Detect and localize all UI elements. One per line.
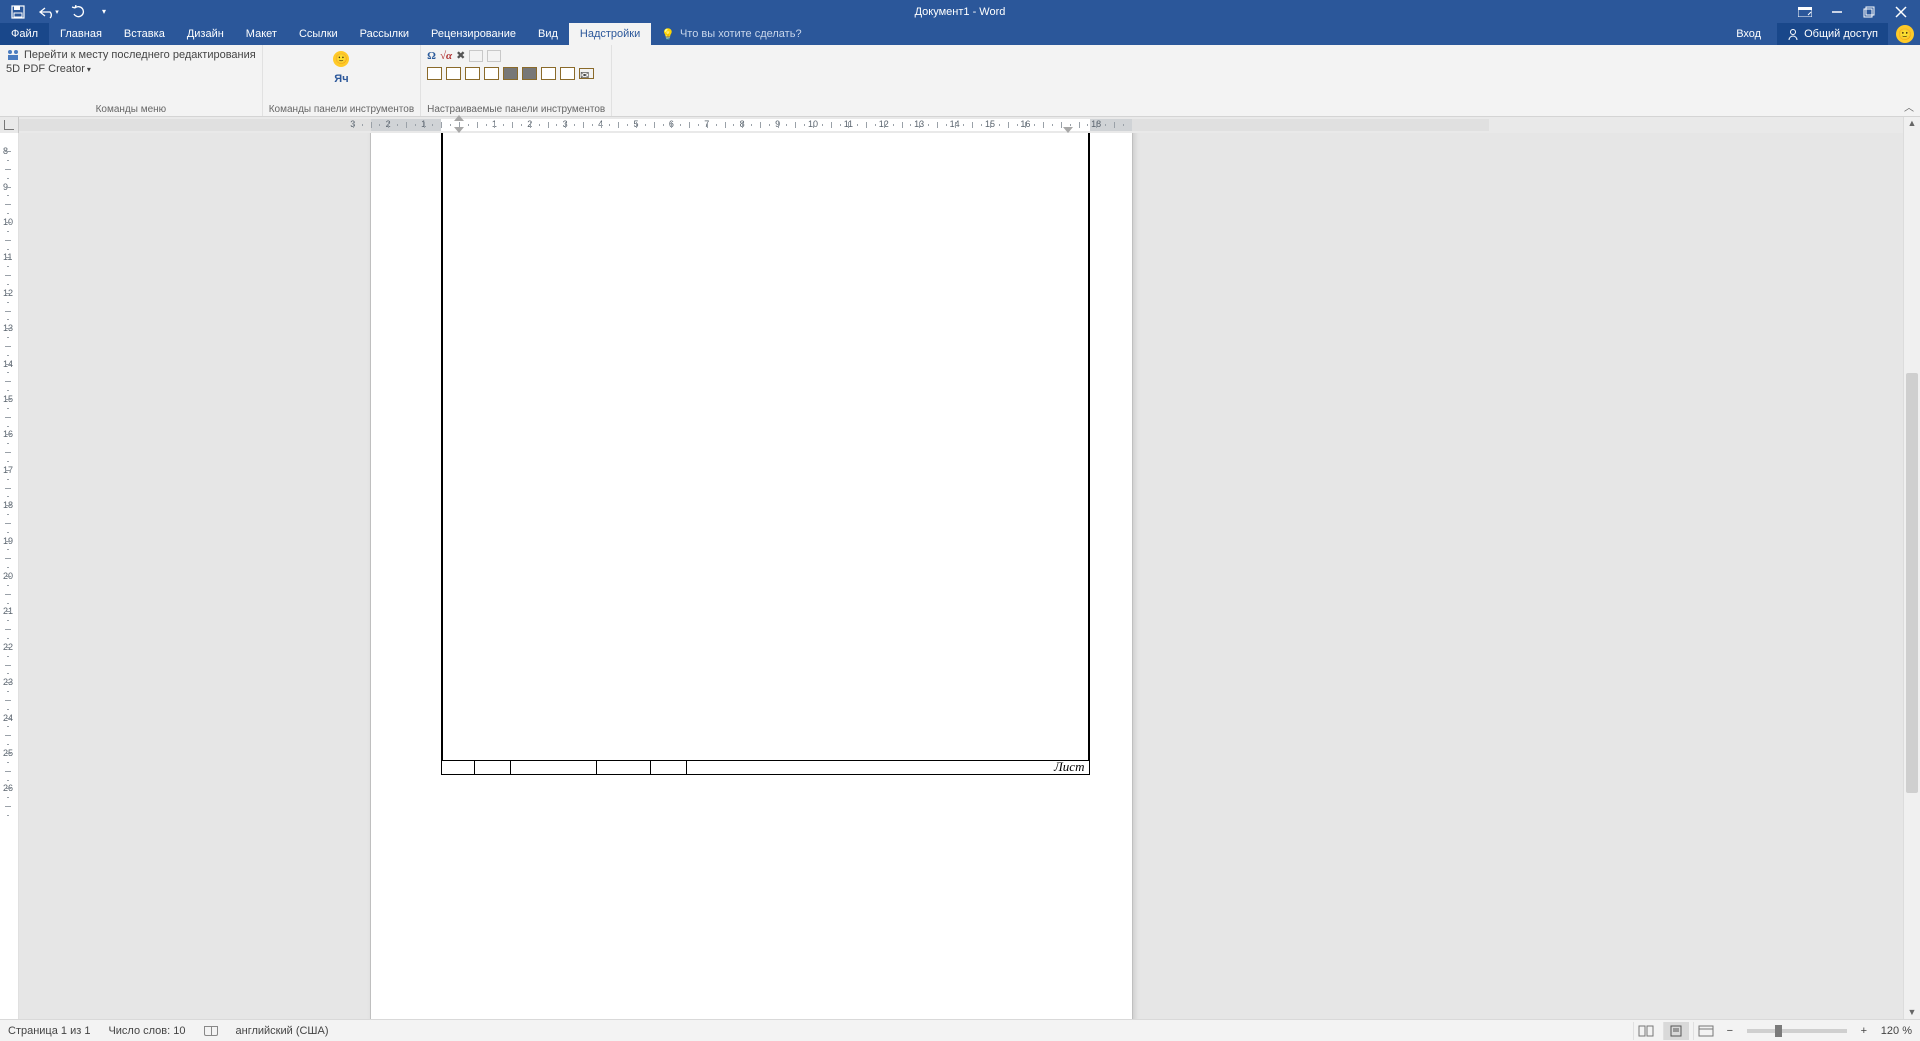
- undo-icon[interactable]: ▾: [36, 4, 60, 20]
- title-block-cell: [511, 760, 597, 775]
- zoom-in-button[interactable]: +: [1857, 1025, 1871, 1037]
- custom-toolbar-row-1: Ω √α ✖: [427, 49, 605, 62]
- feedback-smiley-icon[interactable]: 🙂: [1896, 25, 1914, 43]
- chevron-down-icon: ▾: [87, 65, 91, 74]
- omega-icon[interactable]: Ω: [427, 50, 436, 62]
- tell-me-search[interactable]: 💡 Что вы хотите сделать?: [651, 23, 811, 45]
- window-title: Документ1 - Word: [915, 0, 1006, 23]
- collapse-ribbon-icon[interactable]: ︿: [1904, 99, 1914, 114]
- title-block-cell: [651, 760, 687, 775]
- ribbon-tabs: Файл Главная Вставка Дизайн Макет Ссылки…: [0, 23, 1920, 45]
- menu-right: Вход Общий доступ 🙂: [1728, 23, 1920, 45]
- title-block-label: Лист: [1054, 759, 1084, 775]
- tell-me-placeholder: Что вы хотите сделать?: [680, 28, 802, 40]
- tab-file[interactable]: Файл: [0, 23, 49, 45]
- title-block-cell: [441, 760, 475, 775]
- frame-icon-4[interactable]: [484, 67, 499, 80]
- group-label-menu-commands: Команды меню: [6, 102, 256, 116]
- customize-qat-icon[interactable]: ▾: [96, 4, 112, 20]
- quick-access-toolbar: ▾ ▾: [0, 4, 112, 20]
- work-area: 891011121314151617181920212223242526 Лис…: [0, 133, 1920, 1019]
- mail-icon[interactable]: ✉: [579, 68, 594, 79]
- pdf-creator-button[interactable]: 5D PDF Creator ▾: [6, 63, 256, 75]
- save-icon[interactable]: [10, 4, 26, 20]
- tab-references[interactable]: Ссылки: [288, 23, 349, 45]
- horizontal-ruler[interactable]: 3211234567891011121314151618: [19, 117, 1489, 133]
- frame-icon-7[interactable]: [541, 67, 556, 80]
- scroll-down-button[interactable]: ▼: [1904, 1007, 1920, 1017]
- frame-icon-6[interactable]: [522, 67, 537, 80]
- tab-selector[interactable]: [0, 117, 19, 133]
- tab-home[interactable]: Главная: [49, 23, 113, 45]
- tab-review[interactable]: Рецензирование: [420, 23, 527, 45]
- zoom-slider[interactable]: [1747, 1029, 1847, 1033]
- title-block-cell: [597, 760, 651, 775]
- lightbulb-icon: 💡: [661, 28, 675, 41]
- smiley-icon[interactable]: 🙂: [333, 51, 349, 67]
- custom-toolbar-row-2: ✉: [427, 67, 605, 80]
- status-page[interactable]: Страница 1 из 1: [8, 1025, 90, 1037]
- pdf-creator-label: 5D PDF Creator: [6, 63, 85, 75]
- title-block-table: [441, 760, 1090, 775]
- tab-design[interactable]: Дизайн: [176, 23, 235, 45]
- go-back-icon: [6, 49, 20, 61]
- ruler-row: 3211234567891011121314151618 ▲: [0, 117, 1920, 133]
- disabled-box-icon-2: [487, 50, 501, 62]
- book-icon: [204, 1026, 218, 1036]
- view-print-layout-icon[interactable]: [1663, 1022, 1689, 1040]
- status-proofing[interactable]: [204, 1026, 218, 1036]
- redo-icon[interactable]: [70, 4, 86, 20]
- zoom-slider-knob[interactable]: [1775, 1025, 1782, 1037]
- title-block-cell: [475, 760, 511, 775]
- tab-view[interactable]: Вид: [527, 23, 569, 45]
- minimize-icon[interactable]: [1828, 3, 1846, 21]
- frame-icon-2[interactable]: [446, 67, 461, 80]
- zoom-out-button[interactable]: −: [1723, 1025, 1737, 1037]
- status-language[interactable]: английский (США): [236, 1025, 329, 1037]
- disabled-box-icon-1: [469, 50, 483, 62]
- tab-layout[interactable]: Макет: [235, 23, 288, 45]
- share-button[interactable]: Общий доступ: [1777, 23, 1888, 45]
- tab-mailings[interactable]: Рассылки: [349, 23, 420, 45]
- view-read-mode-icon[interactable]: [1633, 1022, 1659, 1040]
- share-label: Общий доступ: [1804, 28, 1878, 40]
- vertical-ruler[interactable]: 891011121314151617181920212223242526: [0, 133, 19, 1019]
- ribbon-group-toolbar-commands: 🙂 Яч Команды панели инструментов: [263, 45, 421, 116]
- cross-arrows-icon[interactable]: ✖: [456, 49, 465, 62]
- status-word-count[interactable]: Число слов: 10: [108, 1025, 185, 1037]
- frame-icon-1[interactable]: [427, 67, 442, 80]
- zoom-level[interactable]: 120 %: [1881, 1025, 1912, 1037]
- scrollbar-thumb[interactable]: [1906, 373, 1918, 793]
- sign-in-button[interactable]: Вход: [1728, 28, 1769, 40]
- maximize-icon[interactable]: [1860, 3, 1878, 21]
- group-label-custom-toolbars: Настраиваемые панели инструментов: [427, 102, 605, 116]
- drawing-frame: [441, 133, 1090, 760]
- go-back-button[interactable]: Перейти к месту последнего редактировани…: [6, 49, 256, 61]
- tab-addins[interactable]: Надстройки: [569, 23, 651, 45]
- ribbon: Перейти к месту последнего редактировани…: [0, 45, 1920, 117]
- group-label-toolbar-commands: Команды панели инструментов: [269, 102, 414, 116]
- frame-icon-3[interactable]: [465, 67, 480, 80]
- status-right: − + 120 %: [1633, 1022, 1912, 1040]
- abc-check-icon[interactable]: Яч: [334, 73, 348, 85]
- ribbon-group-custom-toolbars: Ω √α ✖ ✉ Настраиваемые панели инструмент…: [421, 45, 612, 116]
- go-back-label: Перейти к месту последнего редактировани…: [24, 49, 256, 61]
- title-block-cell: [687, 760, 1090, 775]
- frame-icon-8[interactable]: [560, 67, 575, 80]
- ribbon-display-options-icon[interactable]: [1796, 3, 1814, 21]
- scroll-up-button[interactable]: ▲: [1903, 117, 1920, 133]
- document-canvas[interactable]: Лист: [19, 133, 1903, 1019]
- status-bar: Страница 1 из 1 Число слов: 10 английски…: [0, 1019, 1920, 1041]
- close-icon[interactable]: [1892, 3, 1910, 21]
- person-icon: [1787, 28, 1799, 40]
- ribbon-group-menu-commands: Перейти к месту последнего редактировани…: [0, 45, 263, 116]
- frame-icon-5[interactable]: [503, 67, 518, 80]
- window-controls: [1796, 3, 1920, 21]
- vertical-scrollbar[interactable]: ▼: [1903, 133, 1920, 1019]
- view-web-layout-icon[interactable]: [1693, 1022, 1719, 1040]
- tab-insert[interactable]: Вставка: [113, 23, 176, 45]
- title-bar: ▾ ▾ Документ1 - Word: [0, 0, 1920, 23]
- sqrt-icon[interactable]: √α: [440, 50, 452, 62]
